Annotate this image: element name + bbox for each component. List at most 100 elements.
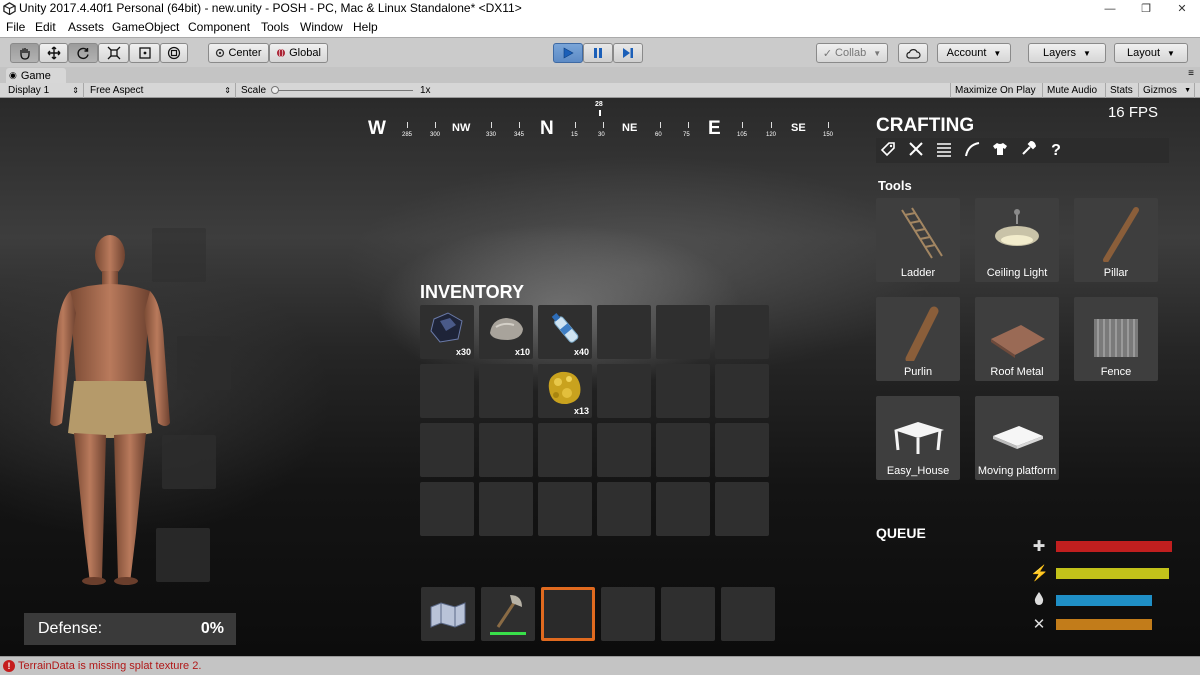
list-icon[interactable] xyxy=(934,141,954,161)
menu-component[interactable]: Component xyxy=(188,20,250,34)
shirt-icon[interactable] xyxy=(990,141,1010,161)
pause-icon xyxy=(594,48,602,58)
hotbar-slot[interactable] xyxy=(721,587,775,641)
collab-button[interactable]: ✓ Collab ▼ xyxy=(816,43,888,63)
cloud-button[interactable] xyxy=(898,43,928,63)
scale-tool-button[interactable] xyxy=(98,43,129,63)
recipe-ladder[interactable]: Ladder xyxy=(876,198,960,282)
menu-edit[interactable]: Edit xyxy=(35,20,56,34)
compass-deg: 150 xyxy=(823,132,834,138)
recipe-ceiling-light[interactable]: Ceiling Light xyxy=(975,198,1059,282)
inventory-slot[interactable] xyxy=(656,305,710,359)
maximize-on-play-toggle[interactable]: Maximize On Play xyxy=(950,83,1043,98)
inventory-slot[interactable]: x13 xyxy=(538,364,592,418)
inventory-slot[interactable] xyxy=(538,423,592,477)
inventory-slot[interactable] xyxy=(597,423,651,477)
tab-menu-icon[interactable]: ≡ xyxy=(1188,68,1194,79)
inventory-slot[interactable] xyxy=(597,305,651,359)
tab-game[interactable]: ◉ Game xyxy=(6,68,66,83)
account-dropdown[interactable]: Account ▼ xyxy=(937,43,1011,63)
inventory-slot[interactable] xyxy=(656,364,710,418)
move-tool-button[interactable] xyxy=(39,43,68,63)
recipe-label: Ceiling Light xyxy=(986,267,1048,279)
menu-assets[interactable]: Assets xyxy=(68,20,104,34)
rotate-tool-button[interactable] xyxy=(68,43,98,63)
console-status-bar[interactable]: ! TerrainData is missing splat texture 2… xyxy=(0,656,1200,675)
scale-slider-thumb[interactable] xyxy=(271,86,279,94)
display-select[interactable]: Display 1 ⇕ xyxy=(4,83,84,98)
inventory-slot[interactable] xyxy=(420,482,474,536)
inventory-slot[interactable] xyxy=(715,305,769,359)
help-icon[interactable]: ? xyxy=(1046,141,1066,161)
easy-house-icon xyxy=(894,422,944,454)
inventory-slot[interactable]: x10 xyxy=(479,305,533,359)
step-button[interactable] xyxy=(613,43,643,63)
close-button[interactable]: ✕ xyxy=(1164,0,1200,18)
hotbar-slot[interactable] xyxy=(661,587,715,641)
game-view[interactable]: W 285 300 NW 330 345 N 15 30 28 NE 60 75… xyxy=(0,98,1200,656)
hotbar-slot[interactable] xyxy=(421,587,475,641)
tag-icon[interactable] xyxy=(878,141,898,161)
inventory-slot[interactable] xyxy=(715,482,769,536)
menu-file[interactable]: File xyxy=(6,20,25,34)
compass-northwest: NW xyxy=(452,122,471,134)
stats-toggle[interactable]: Stats xyxy=(1106,83,1139,98)
crafting-title: CRAFTING xyxy=(876,115,975,136)
inventory-slot[interactable]: x30 xyxy=(420,305,474,359)
menu-tools[interactable]: Tools xyxy=(261,20,289,34)
durability-bar xyxy=(490,632,526,635)
hotbar-slot[interactable] xyxy=(481,587,535,641)
inventory-slot[interactable] xyxy=(479,482,533,536)
recipe-purlin[interactable]: Purlin xyxy=(876,297,960,381)
inventory-slot[interactable] xyxy=(597,364,651,418)
maximize-button[interactable]: ❐ xyxy=(1128,0,1164,18)
pivot-center-toggle[interactable]: Center xyxy=(208,43,269,63)
rect-tool-button[interactable] xyxy=(129,43,160,63)
layout-dropdown[interactable]: Layout ▼ xyxy=(1114,43,1188,63)
minimize-button[interactable]: — xyxy=(1092,0,1128,18)
inventory-slot[interactable] xyxy=(479,423,533,477)
recipe-moving-platform[interactable]: Moving platform xyxy=(975,396,1059,480)
menu-gameobject[interactable]: GameObject xyxy=(112,20,179,34)
menu-window[interactable]: Window xyxy=(300,20,343,34)
menu-help[interactable]: Help xyxy=(353,20,378,34)
inventory-slot[interactable] xyxy=(656,423,710,477)
hand-tool-button[interactable] xyxy=(10,43,39,63)
transform-tool-button[interactable] xyxy=(160,43,188,63)
hotbar-slot-selected[interactable] xyxy=(541,587,595,641)
bow-icon[interactable] xyxy=(962,141,982,161)
recipe-easy-house[interactable]: Easy_House xyxy=(876,396,960,480)
dropper-icon[interactable] xyxy=(1018,140,1038,161)
compass-deg: 30 xyxy=(598,132,605,138)
inventory-slot[interactable] xyxy=(420,423,474,477)
mute-audio-toggle[interactable]: Mute Audio xyxy=(1043,83,1106,98)
fence-icon xyxy=(1094,319,1138,357)
inventory-slot[interactable] xyxy=(715,364,769,418)
recipe-roof-metal[interactable]: Roof Metal xyxy=(975,297,1059,381)
hotbar-slot[interactable] xyxy=(601,587,655,641)
inventory-slot[interactable]: x40 xyxy=(538,305,592,359)
cloud-icon xyxy=(906,48,921,59)
inventory-slot[interactable] xyxy=(715,423,769,477)
layers-dropdown[interactable]: Layers ▼ xyxy=(1028,43,1106,63)
recipe-fence[interactable]: Fence xyxy=(1074,297,1158,381)
inventory-slot[interactable] xyxy=(538,482,592,536)
scale-slider-track[interactable] xyxy=(275,90,413,91)
display-value: Display 1 xyxy=(8,85,50,96)
roof-metal-icon xyxy=(991,325,1045,358)
equipment-slot-body[interactable] xyxy=(177,336,231,390)
gizmos-dropdown[interactable]: Gizmos ▼ xyxy=(1139,83,1195,98)
inventory-slot[interactable] xyxy=(656,482,710,536)
space-global-toggle[interactable]: Global xyxy=(269,43,328,63)
inventory-slot[interactable] xyxy=(597,482,651,536)
gold-ore-icon xyxy=(548,371,581,405)
tools-icon[interactable] xyxy=(906,141,926,161)
aspect-select[interactable]: Free Aspect ⇕ xyxy=(86,83,236,98)
recipe-pillar[interactable]: Pillar xyxy=(1074,198,1158,282)
inventory-slot[interactable] xyxy=(420,364,474,418)
compass-heading-value: 28 xyxy=(595,101,603,108)
play-button[interactable] xyxy=(553,43,583,63)
pause-button[interactable] xyxy=(583,43,613,63)
inventory-slot[interactable] xyxy=(479,364,533,418)
compass-east: E xyxy=(708,118,721,139)
